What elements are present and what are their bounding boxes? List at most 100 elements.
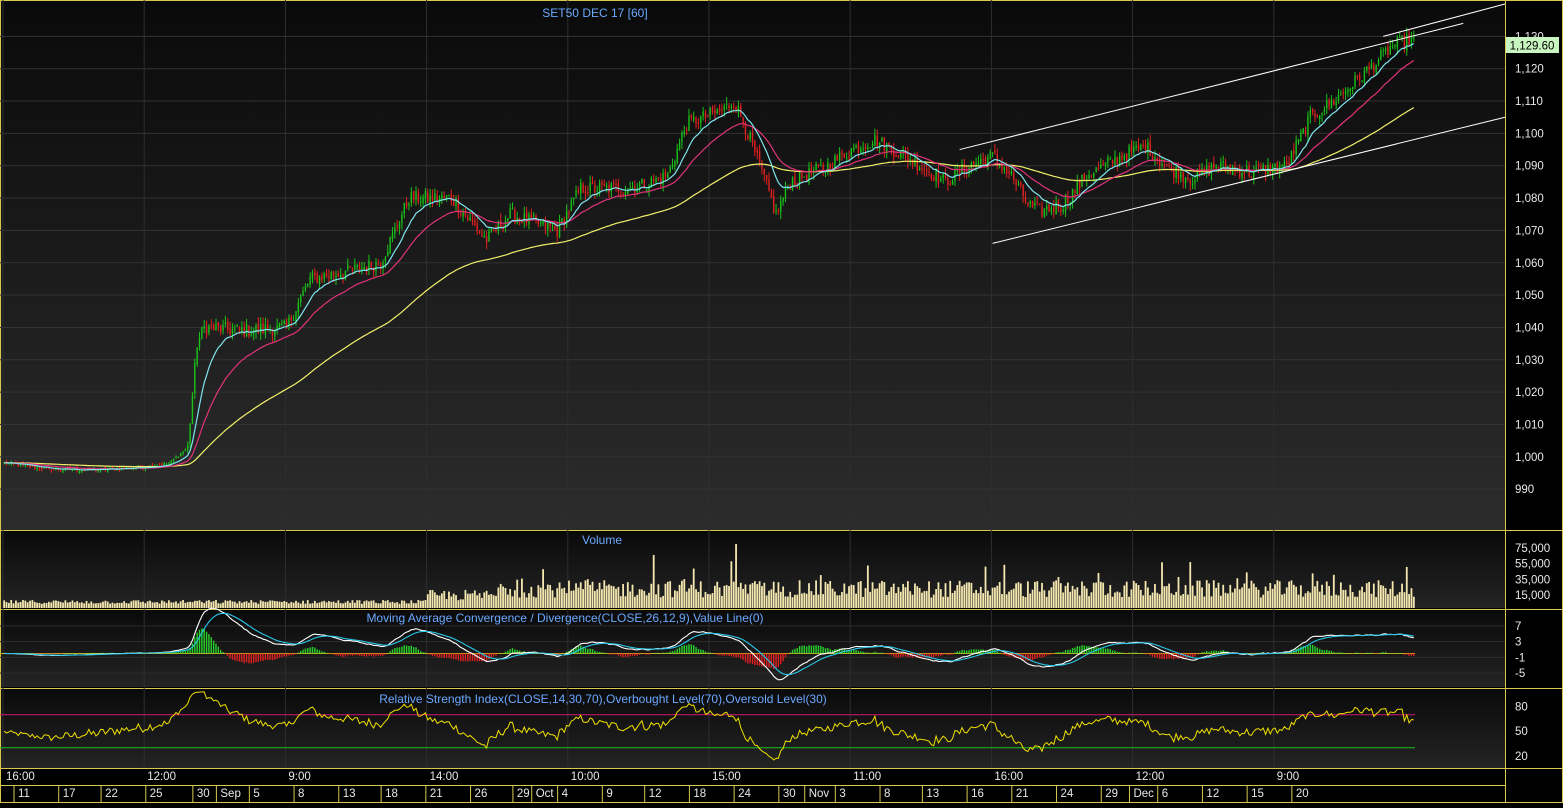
volume-bar xyxy=(177,603,180,608)
date-axis-label: 8 xyxy=(884,788,890,800)
candle-body xyxy=(937,171,940,184)
candle-body xyxy=(335,275,337,278)
volume-bar xyxy=(386,600,389,608)
volume-bar xyxy=(1391,581,1394,608)
candle-body xyxy=(980,158,982,164)
date-axis-label: 18 xyxy=(385,788,398,800)
volume-bar xyxy=(111,602,114,608)
volume-bar xyxy=(779,591,782,608)
volume-bar xyxy=(643,591,646,608)
candle-body xyxy=(471,219,474,222)
volume-bar xyxy=(457,600,460,608)
volume-bar xyxy=(1354,596,1356,608)
volume-bar xyxy=(732,581,735,608)
volume-bar xyxy=(1069,591,1072,608)
price-panel[interactable] xyxy=(0,0,1505,530)
candle-body xyxy=(302,290,304,296)
volume-bar xyxy=(975,589,978,608)
candle-body xyxy=(803,176,806,178)
volume-bar xyxy=(513,590,516,608)
volume-bar xyxy=(38,602,41,608)
candle-body xyxy=(860,148,862,153)
volume-bar xyxy=(179,601,182,608)
volume-bar xyxy=(817,594,820,608)
volume-bar xyxy=(1227,593,1229,608)
volume-bar xyxy=(104,600,107,608)
candle-body xyxy=(805,174,808,182)
volume-bar xyxy=(339,603,342,608)
volume-bar xyxy=(1135,583,1138,608)
volume-bar xyxy=(175,601,177,608)
date-axis-label: 25 xyxy=(150,788,163,800)
volume-bar xyxy=(1085,588,1088,608)
price-tick-label: 1,110 xyxy=(1515,96,1543,108)
candle-body xyxy=(1366,66,1368,71)
volume-bar xyxy=(1001,594,1003,608)
macd-tick-label: 7 xyxy=(1515,621,1521,633)
volume-bar xyxy=(1149,595,1152,608)
volume-bar xyxy=(1410,588,1413,608)
volume-bar xyxy=(1168,583,1170,608)
candle-body xyxy=(460,214,462,216)
volume-bar xyxy=(664,583,667,608)
volume-bar xyxy=(1307,591,1309,608)
date-axis-label: 13 xyxy=(343,788,356,800)
candle-body xyxy=(27,465,29,467)
volume-bar xyxy=(210,601,213,608)
volume-bar xyxy=(961,586,963,608)
candle-body xyxy=(947,178,949,185)
candle-body xyxy=(1340,93,1342,95)
volume-bar xyxy=(798,580,801,608)
volume-bar xyxy=(744,584,747,608)
candle-body xyxy=(1368,66,1370,69)
candle-body xyxy=(1050,208,1053,212)
volume-bar xyxy=(749,584,752,608)
volume-bar xyxy=(603,580,606,608)
volume-bar xyxy=(212,601,215,608)
volume-bar xyxy=(1255,587,1258,608)
candle-body xyxy=(822,164,824,170)
volume-bar xyxy=(1231,592,1234,608)
volume-bar xyxy=(1097,572,1100,608)
volume-bar xyxy=(970,582,973,608)
candle-body xyxy=(328,276,330,278)
candle-body xyxy=(1029,201,1031,205)
candle-body xyxy=(1114,156,1116,165)
candle-body xyxy=(1297,139,1300,143)
candle-body xyxy=(949,183,951,185)
candle-body xyxy=(1088,175,1090,179)
candle-body xyxy=(24,464,27,467)
volume-bar xyxy=(735,543,737,608)
volume-bar xyxy=(939,589,942,608)
candle-body xyxy=(1349,89,1351,92)
volume-bar xyxy=(1088,596,1090,608)
candle-body xyxy=(1394,45,1396,47)
volume-bar xyxy=(262,601,264,608)
volume-bar xyxy=(318,602,321,608)
volume-bar xyxy=(617,586,620,608)
volume-bar xyxy=(1059,583,1062,608)
price-tick-label: 1,100 xyxy=(1515,128,1544,140)
candle-body xyxy=(582,184,584,193)
volume-bar xyxy=(403,600,406,608)
volume-bar xyxy=(168,600,170,608)
volume-bar xyxy=(196,600,199,608)
volume-bar xyxy=(1269,582,1272,608)
date-axis-label: 5 xyxy=(253,788,259,800)
candle-body xyxy=(845,157,848,159)
volume-bar xyxy=(697,591,700,608)
candle-body xyxy=(481,234,483,236)
volume-bar xyxy=(728,586,730,608)
volume-bar xyxy=(535,597,537,608)
candle-body xyxy=(796,183,798,185)
volume-bar xyxy=(1271,588,1274,608)
volume-bar xyxy=(313,600,316,608)
volume-bar xyxy=(979,586,982,608)
candle-body xyxy=(773,196,775,213)
volume-bar xyxy=(219,603,222,608)
volume-bar xyxy=(452,593,455,608)
candle-body xyxy=(318,276,321,285)
candle-body xyxy=(1078,181,1081,189)
candle-body xyxy=(692,116,695,120)
price-tick-label: 1,070 xyxy=(1515,225,1544,237)
